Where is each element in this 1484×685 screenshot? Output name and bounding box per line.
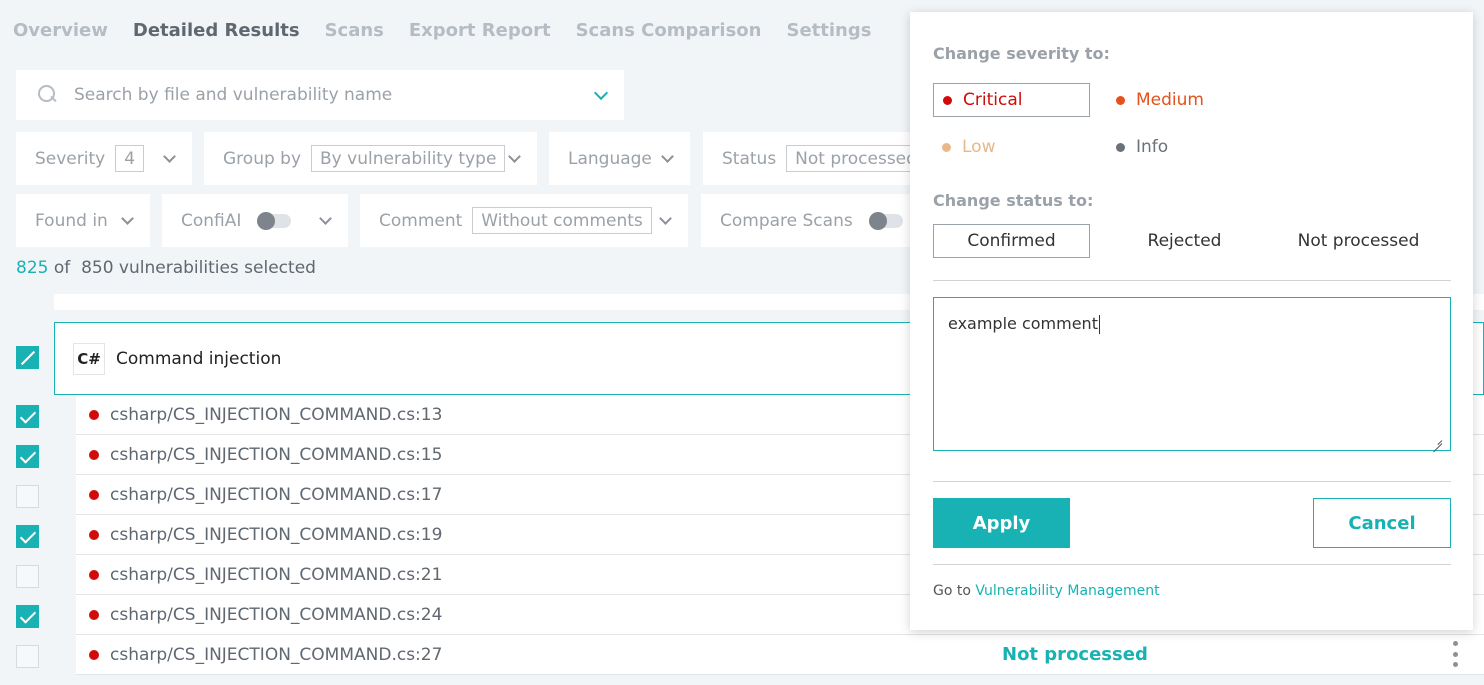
chevron-down-icon	[508, 150, 521, 163]
group-by-filter[interactable]: Group by By vulnerability type	[204, 132, 537, 185]
cancel-button[interactable]: Cancel	[1313, 498, 1451, 548]
critical-dot-icon	[89, 529, 99, 540]
search-icon	[38, 85, 58, 105]
comment-filter[interactable]: Comment Without comments	[360, 194, 688, 247]
comment-text: example comment	[948, 314, 1098, 333]
more-options-icon[interactable]	[1453, 641, 1459, 667]
critical-dot-icon	[943, 95, 952, 105]
compare-scans-filter[interactable]: Compare Scans	[701, 194, 911, 247]
found-in-label: Found in	[35, 210, 108, 231]
table-row[interactable]: csharp/CS_INJECTION_COMMAND.cs:27	[76, 635, 1484, 675]
row-filename: csharp/CS_INJECTION_COMMAND.cs:17	[110, 484, 443, 505]
vulnerability-management-link[interactable]: Vulnerability Management	[975, 583, 1159, 599]
severity-option-critical[interactable]: Critical	[933, 83, 1090, 117]
row-checkbox[interactable]	[16, 565, 39, 588]
status-option-not-processed[interactable]: Not processed	[1280, 224, 1437, 258]
search-placeholder: Search by file and vulnerability name	[74, 85, 393, 105]
status-heading: Change status to:	[933, 191, 1094, 210]
tab-detailed-results[interactable]: Detailed Results	[133, 20, 300, 41]
compare-scans-toggle[interactable]	[868, 211, 903, 230]
row-status[interactable]: Not processed	[1002, 644, 1148, 665]
confiai-toggle[interactable]	[257, 211, 292, 230]
goto-prefix: Go to	[933, 583, 971, 599]
comment-textarea[interactable]: example comment	[933, 297, 1451, 451]
row-filename: csharp/CS_INJECTION_COMMAND.cs:24	[110, 604, 443, 625]
row-filename: csharp/CS_INJECTION_COMMAND.cs:19	[110, 524, 443, 545]
critical-dot-icon	[89, 409, 99, 420]
critical-dot-icon	[89, 609, 99, 620]
group-checkbox[interactable]	[16, 346, 39, 369]
row-checkbox[interactable]	[16, 405, 39, 428]
row-checkbox[interactable]	[16, 445, 39, 468]
row-filename: csharp/CS_INJECTION_COMMAND.cs:21	[110, 564, 443, 585]
critical-dot-icon	[89, 649, 99, 660]
goto-text: Go to Vulnerability Management	[933, 583, 1160, 599]
divider	[933, 280, 1451, 281]
status-filter-value: Not processed	[786, 145, 913, 172]
group-title: Command injection	[116, 348, 282, 369]
group-by-label: Group by	[223, 148, 302, 169]
csharp-icon: C#	[73, 342, 105, 375]
selection-count: 825 of 850 vulnerabilities selected	[16, 258, 316, 278]
severity-option-medium[interactable]: Medium	[1116, 83, 1204, 117]
selected-count: 825	[16, 258, 49, 278]
comment-filter-value: Without comments	[472, 207, 652, 234]
selected-total: 850 vulnerabilities selected	[81, 258, 316, 278]
divider	[933, 481, 1451, 482]
severity-heading: Change severity to:	[933, 44, 1110, 63]
row-filename: csharp/CS_INJECTION_COMMAND.cs:13	[110, 404, 443, 425]
status-filter-label: Status	[722, 148, 777, 169]
tab-export-report[interactable]: Export Report	[409, 20, 551, 41]
confiai-filter[interactable]: ConfiAI	[162, 194, 348, 247]
critical-dot-icon	[89, 489, 99, 500]
severity-critical-label: Critical	[963, 90, 1023, 110]
severity-filter-value: 4	[115, 145, 145, 172]
main-tabs: Overview Detailed Results Scans Export R…	[13, 20, 871, 41]
severity-info-label: Info	[1136, 137, 1169, 157]
apply-button[interactable]: Apply	[933, 498, 1070, 548]
confiai-label: ConfiAI	[181, 210, 242, 231]
resize-handle-icon[interactable]	[1432, 434, 1442, 444]
chevron-down-icon	[163, 150, 176, 163]
severity-option-info[interactable]: Info	[1116, 130, 1168, 164]
chevron-down-icon	[319, 212, 332, 225]
tab-scans-comparison[interactable]: Scans Comparison	[576, 20, 762, 41]
row-checkbox[interactable]	[16, 605, 39, 628]
group-by-value: By vulnerability type	[311, 145, 506, 172]
language-filter-label: Language	[568, 148, 652, 169]
search-input[interactable]: Search by file and vulnerability name	[16, 70, 624, 120]
severity-filter[interactable]: Severity 4	[16, 132, 192, 185]
divider	[933, 564, 1451, 565]
critical-dot-icon	[89, 449, 99, 460]
info-dot-icon	[1116, 142, 1125, 152]
chevron-down-icon	[659, 212, 672, 225]
critical-dot-icon	[89, 569, 99, 580]
row-checkbox[interactable]	[16, 645, 39, 668]
row-filename: csharp/CS_INJECTION_COMMAND.cs:27	[110, 644, 443, 665]
low-dot-icon	[942, 142, 951, 152]
medium-dot-icon	[1116, 95, 1125, 105]
chevron-down-icon	[121, 212, 134, 225]
chevron-down-icon[interactable]	[593, 85, 609, 101]
row-filename: csharp/CS_INJECTION_COMMAND.cs:15	[110, 444, 443, 465]
chevron-down-icon	[661, 150, 674, 163]
compare-scans-label: Compare Scans	[720, 210, 853, 231]
row-checkbox[interactable]	[16, 485, 39, 508]
found-in-filter[interactable]: Found in	[16, 194, 150, 247]
tab-scans[interactable]: Scans	[325, 20, 384, 41]
row-checkbox[interactable]	[16, 525, 39, 548]
severity-medium-label: Medium	[1136, 90, 1204, 110]
status-option-rejected[interactable]: Rejected	[1106, 224, 1263, 258]
status-option-confirmed[interactable]: Confirmed	[933, 224, 1090, 258]
selected-of: of	[53, 258, 71, 278]
severity-filter-label: Severity	[35, 148, 106, 169]
comment-filter-label: Comment	[379, 210, 463, 231]
severity-low-label: Low	[962, 137, 996, 157]
severity-option-low[interactable]: Low	[942, 130, 995, 164]
language-filter[interactable]: Language	[549, 132, 690, 185]
tab-overview[interactable]: Overview	[13, 20, 108, 41]
tab-settings[interactable]: Settings	[786, 20, 871, 41]
bulk-edit-panel: Change severity to: Critical Medium Low …	[910, 12, 1473, 630]
status-filter[interactable]: Status Not processed	[703, 132, 913, 185]
